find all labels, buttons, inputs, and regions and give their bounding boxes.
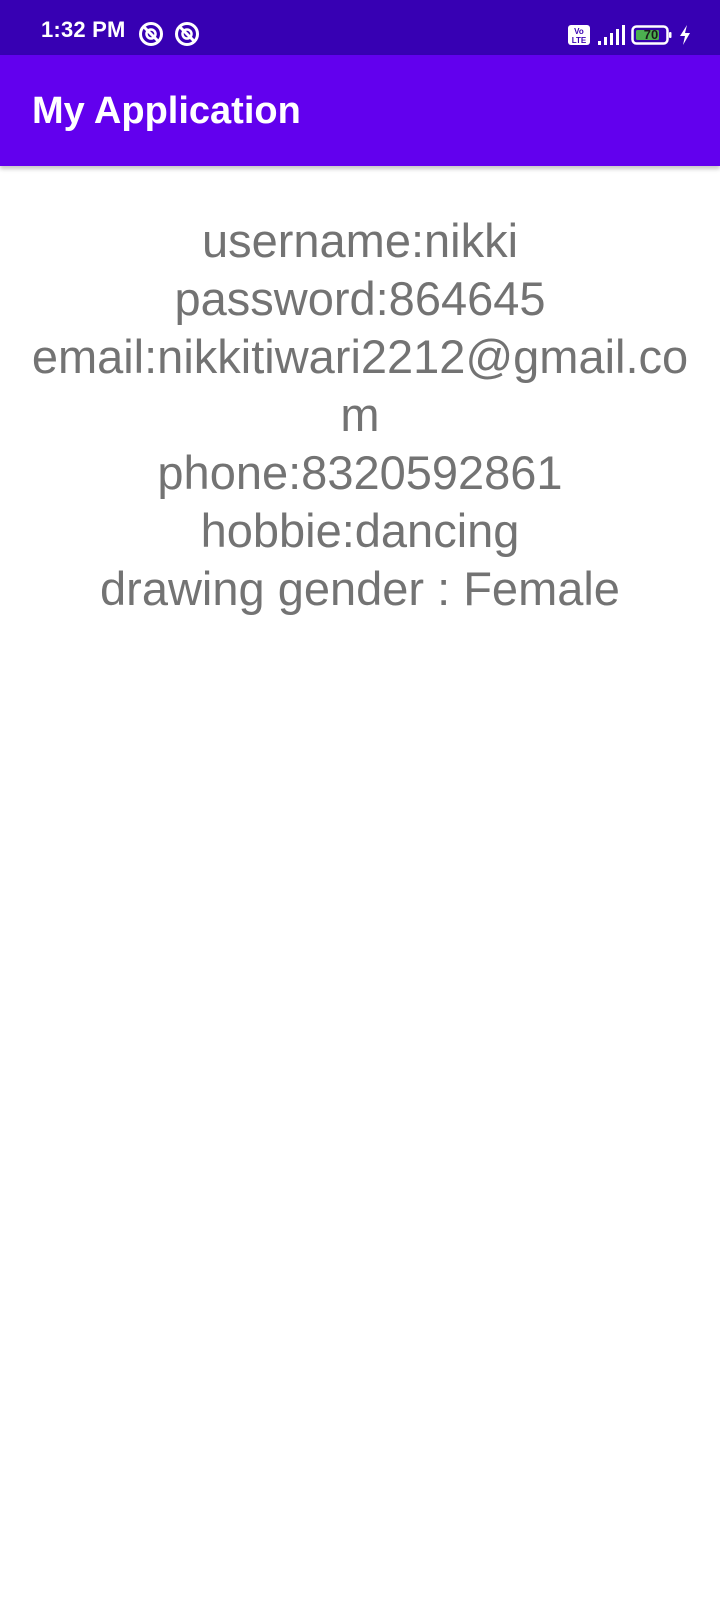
charging-icon [678,24,692,46]
volte-icon: Vo LTE [567,24,591,46]
app-bar: My Application [0,55,720,166]
battery-level: 70 [643,27,659,42]
user-details-text: username:nikki password:864645 email:nik… [31,214,689,615]
status-right-icons: Vo LTE 70 [567,22,692,48]
status-left-icons [138,21,200,47]
svg-text:LTE: LTE [572,36,587,45]
status-time: 1:32 PM [41,17,126,42]
sync-disabled-icon [174,21,200,47]
status-bar: 1:32 PM Vo LTE 70 [0,0,720,55]
app-title: My Application [32,90,301,132]
battery-icon: 70 [631,25,672,45]
svg-text:Vo: Vo [574,27,584,36]
signal-icon [597,24,625,46]
sync-disabled-icon [138,21,164,47]
